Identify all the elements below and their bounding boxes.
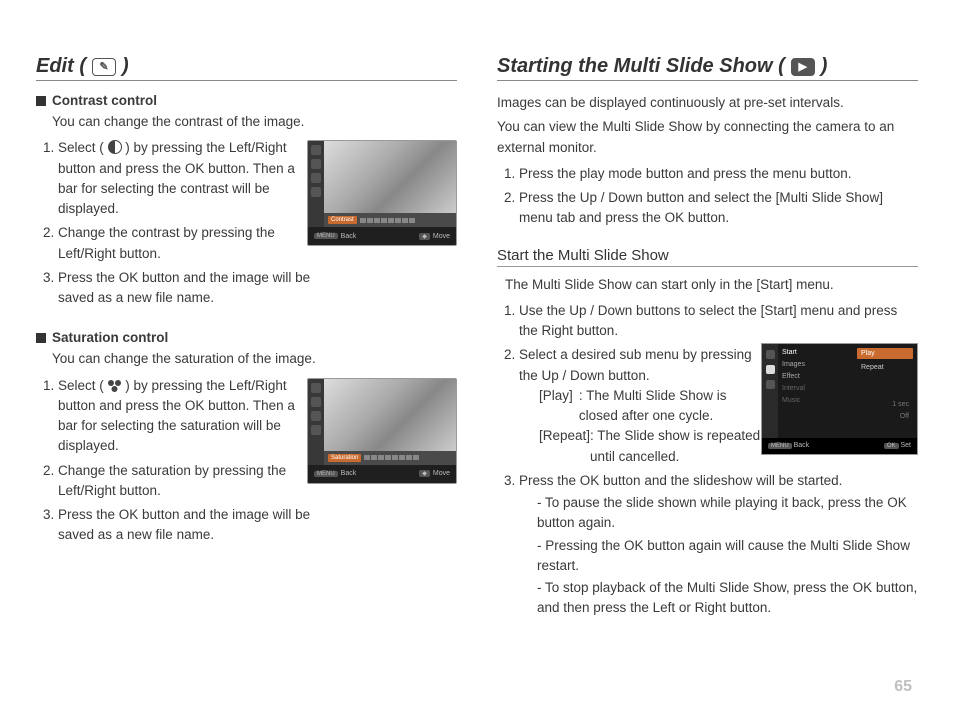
start-intro: The Multi Slide Show can start only in t… <box>505 275 918 295</box>
menu-footer-set: Set <box>900 442 911 449</box>
prestep-2: Press the Up / Down button and select th… <box>519 188 918 229</box>
contrast-title: Contrast control <box>52 93 157 108</box>
menu-item-interval: Interval <box>780 384 855 393</box>
contrast-steps: Select ( ) by pressing the Left/Right bu… <box>36 138 313 308</box>
edit-icon: ✎ <box>92 58 116 76</box>
dash-3: - To stop playback of the Multi Slide Sh… <box>537 578 918 619</box>
saturation-dots-icon <box>108 380 122 392</box>
menu-key-label: MENU <box>768 443 792 449</box>
contrast-subhead: Contrast control <box>36 93 457 108</box>
contrast-thumb-move: Move <box>433 233 450 240</box>
saturation-step-3: Press the OK button and the image will b… <box>58 505 313 546</box>
saturation-intro: You can change the saturation of the ima… <box>52 349 457 369</box>
start-step-3: Press the OK button and the slideshow wi… <box>519 471 918 619</box>
step3-lead: Press the OK button and the slideshow wi… <box>519 473 842 488</box>
saturation-thumb-tag: Saturation <box>328 454 361 462</box>
repeat-desc: : The Slide show is repeated until cance… <box>590 426 769 467</box>
page-number: 65 <box>894 678 912 696</box>
play-icon: ▶ <box>791 58 815 76</box>
menu-key-label: MENU <box>314 233 338 239</box>
slideshow-menu-thumbnail: Start Images Effect Interval Music Play … <box>761 343 918 455</box>
edit-heading-close: ) <box>122 55 129 78</box>
prestep-1: Press the play mode button and press the… <box>519 164 918 184</box>
saturation-title: Saturation control <box>52 330 168 345</box>
move-key-icon: ◆ <box>419 233 430 240</box>
menu-val-interval: 1 sec <box>857 400 913 409</box>
menu-footer-back: Back <box>794 442 810 449</box>
dash-2: - Pressing the OK button again will caus… <box>537 536 918 577</box>
saturation-step-2: Change the saturation by pressing the Le… <box>58 461 313 502</box>
contrast-thumb-tag: Contrast <box>328 216 357 224</box>
contrast-half-circle-icon <box>108 140 122 154</box>
move-key-icon: ◆ <box>419 470 430 477</box>
saturation-thumb-move: Move <box>433 470 450 477</box>
saturation-subhead: Saturation control <box>36 330 457 345</box>
menu-item-music: Music <box>780 396 855 405</box>
saturation-thumb-back: Back <box>341 470 357 477</box>
slideshow-intro1: Images can be displayed continuously at … <box>497 93 918 113</box>
ok-key-label: OK <box>884 443 899 449</box>
contrast-thumb-back: Back <box>341 233 357 240</box>
menu-opt-play: Play <box>857 348 913 359</box>
start-step-1: Use the Up / Down buttons to select the … <box>519 301 918 342</box>
menu-item-images: Images <box>780 360 855 369</box>
menu-key-label: MENU <box>314 471 338 477</box>
saturation-step-1: Select ( ) by pressing the Left/Right bu… <box>58 376 313 457</box>
contrast-step-1: Select ( ) by pressing the Left/Right bu… <box>58 138 313 219</box>
slideshow-heading: Starting the Multi Slide Show ( ▶ ) <box>497 55 918 81</box>
menu-val-music: Off <box>857 412 913 421</box>
contrast-intro: You can change the contrast of the image… <box>52 112 457 132</box>
start-step-2: Select a desired sub menu by pressing th… <box>519 345 769 467</box>
menu-item-start: Start <box>780 348 855 357</box>
square-bullet-icon <box>36 333 46 343</box>
start-subheading: Start the Multi Slide Show <box>497 247 918 267</box>
menu-opt-repeat: Repeat <box>857 362 913 373</box>
saturation-thumbnail: Saturation MENUBack ◆Move <box>307 378 457 484</box>
contrast-thumbnail: Contrast MENUBack ◆Move <box>307 140 457 246</box>
square-bullet-icon <box>36 96 46 106</box>
slideshow-heading-close: ) <box>821 55 828 78</box>
menu-item-effect: Effect <box>780 372 855 381</box>
edit-heading: Edit ( ✎ ) <box>36 55 457 81</box>
contrast-step-2: Change the contrast by pressing the Left… <box>58 223 313 264</box>
step2-lead: Select a desired sub menu by pressing th… <box>519 347 752 382</box>
slideshow-heading-text: Starting the Multi Slide Show ( <box>497 55 785 78</box>
right-column: Starting the Multi Slide Show ( ▶ ) Imag… <box>497 55 918 623</box>
contrast-step-3: Press the OK button and the image will b… <box>58 268 313 309</box>
slideshow-presteps: Press the play mode button and press the… <box>497 164 918 229</box>
edit-heading-text: Edit ( <box>36 55 86 78</box>
repeat-key: [Repeat] <box>539 426 590 467</box>
dash-1: - To pause the slide shown while playing… <box>537 493 918 534</box>
play-key: [Play] <box>539 386 579 427</box>
saturation-steps: Select ( ) by pressing the Left/Right bu… <box>36 376 313 546</box>
left-column: Edit ( ✎ ) Contrast control You can chan… <box>36 55 457 623</box>
play-desc: : The Multi Slide Show is closed after o… <box>579 386 769 427</box>
slideshow-intro2: You can view the Multi Slide Show by con… <box>497 117 918 158</box>
